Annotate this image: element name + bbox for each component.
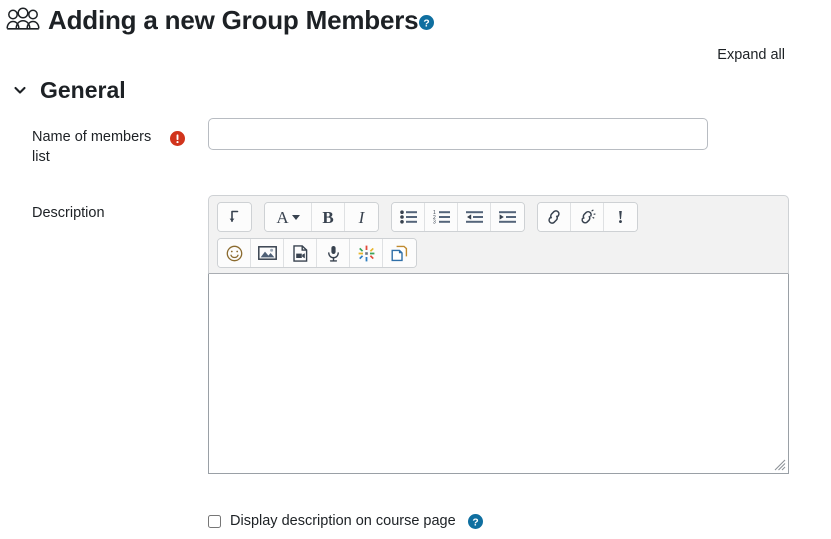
toolbar-group-insert [217,238,417,268]
description-textarea[interactable] [208,274,789,474]
description-editor: A B I 1 2 3 ! [208,195,789,474]
form-row-description: Description A B I 1 2 3 ! [0,195,831,495]
manage-files-icon[interactable] [383,239,416,267]
page-header: Adding a new Group Members ? [0,0,831,40]
section-title-general: General [40,77,126,103]
link-icon[interactable] [538,203,571,231]
toolbar-group-links: ! [537,202,638,232]
unlink-icon[interactable] [571,203,604,231]
numbered-list-icon[interactable]: 1 2 3 [425,203,458,231]
indent-icon[interactable] [491,203,524,231]
display-description-row: Display description on course page ? [208,512,483,530]
group-members-icon [6,7,40,30]
outdent-icon[interactable] [458,203,491,231]
media-icon[interactable] [284,239,317,267]
record-audio-icon[interactable] [317,239,350,267]
emoji-icon[interactable] [218,239,251,267]
display-description-label[interactable]: Display description on course page [230,512,456,530]
toolbar-group-expand [217,202,252,232]
expand-all-link[interactable]: Expand all [717,47,785,63]
expand-toolbar-icon[interactable] [218,203,251,231]
svg-text:3: 3 [433,219,436,224]
toolbar-group-lists: 1 2 3 [391,202,525,232]
accessibility-checker-icon[interactable]: ! [604,203,637,231]
display-description-checkbox[interactable] [208,514,221,528]
required-exclamation-icon [170,131,185,146]
italic-icon[interactable]: I [345,203,378,231]
svg-text:?: ? [424,18,430,29]
help-circle-icon[interactable]: ? [467,513,483,529]
image-icon[interactable] [251,239,284,267]
editor-toolbar-row-2 [217,238,780,268]
h5p-icon[interactable] [350,239,383,267]
resize-grip-icon[interactable] [772,457,786,471]
bold-icon[interactable]: B [312,203,345,231]
bullet-list-icon[interactable] [392,203,425,231]
svg-text:?: ? [472,517,478,528]
form-row-name: Name of members list [0,113,831,173]
chevron-down-icon [291,214,300,220]
editor-toolbar: A B I 1 2 3 ! [208,195,789,274]
section-header-general[interactable]: General [12,77,126,103]
help-circle-icon[interactable]: ? [419,14,435,30]
chevron-down-icon[interactable] [12,82,28,98]
name-of-members-list-input[interactable] [208,118,708,150]
page-title: Adding a new Group Members [48,5,419,35]
field-label-description: Description [32,205,105,221]
field-label-name: Name of members list [32,129,152,165]
text-style-icon[interactable]: A [265,203,312,231]
editor-toolbar-row-1: A B I 1 2 3 ! [217,202,780,232]
toolbar-group-format: A B I [264,202,379,232]
